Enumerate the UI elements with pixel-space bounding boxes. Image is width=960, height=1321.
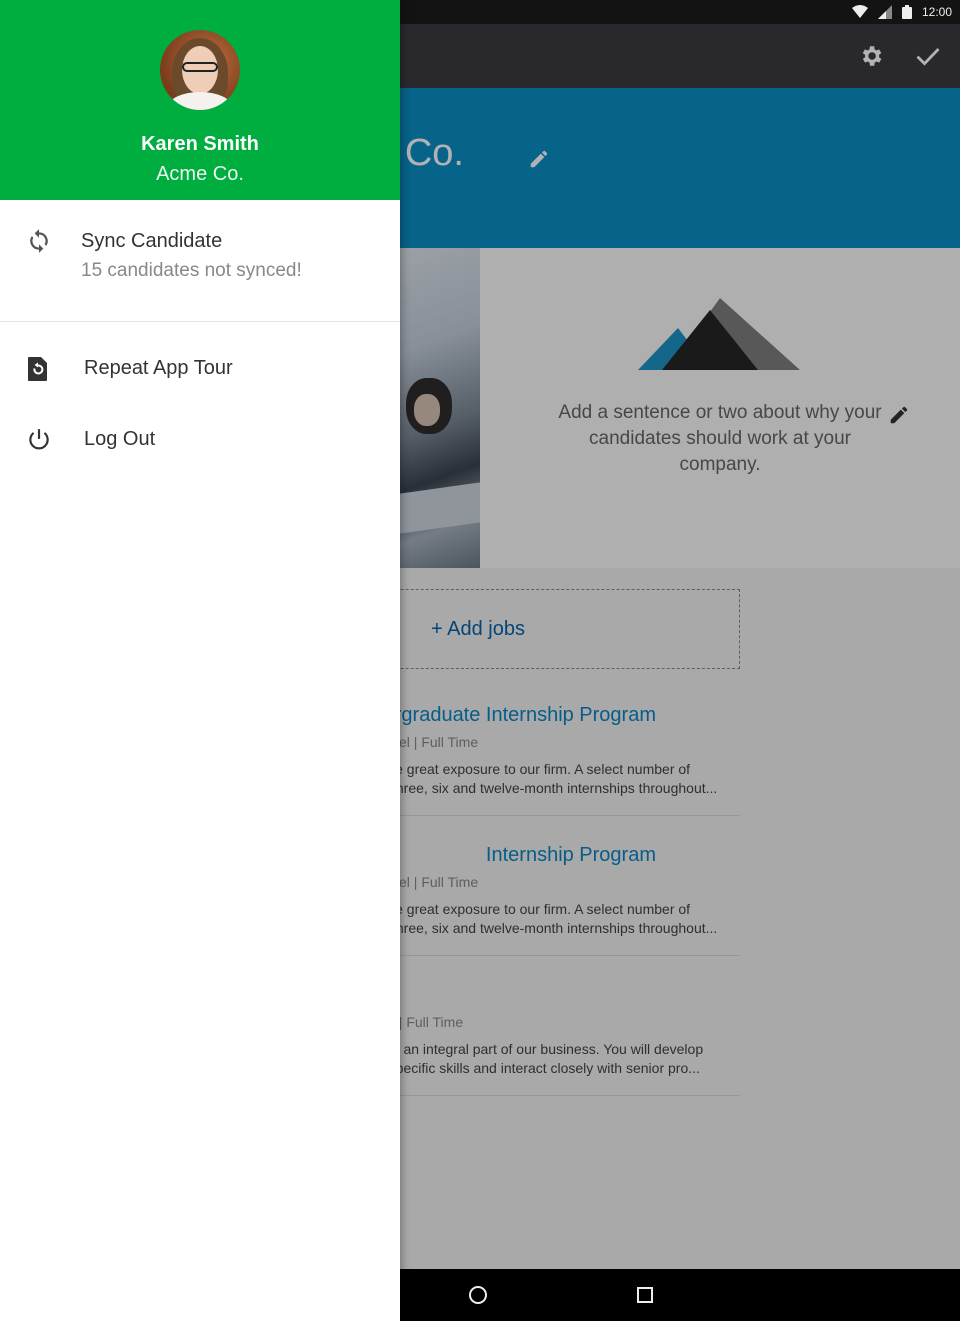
menu-item-label: Repeat App Tour bbox=[84, 357, 233, 379]
power-icon bbox=[29, 429, 49, 450]
user-organization: Acme Co. bbox=[156, 163, 244, 185]
home-button[interactable] bbox=[469, 1286, 487, 1304]
user-name: Karen Smith bbox=[141, 133, 259, 155]
sync-icon bbox=[30, 229, 48, 253]
recents-button[interactable] bbox=[637, 1287, 653, 1303]
sync-title: Sync Candidate bbox=[81, 230, 223, 252]
drawer-header: Karen Smith Acme Co. bbox=[0, 0, 400, 200]
menu-item-repeat-app-tour[interactable]: Repeat App Tour bbox=[0, 338, 400, 398]
sync-candidate-item[interactable]: Sync Candidate 15 candidates not synced! bbox=[0, 200, 400, 322]
sync-status: 15 candidates not synced! bbox=[81, 260, 302, 281]
status-time: 12:00 bbox=[921, 5, 952, 19]
navigation-drawer: Karen Smith Acme Co. Sync Candidate 15 c… bbox=[0, 0, 400, 1321]
battery-icon bbox=[901, 5, 912, 19]
wifi-icon bbox=[851, 5, 868, 18]
menu-item-label: Log Out bbox=[84, 428, 156, 450]
signal-icon bbox=[877, 5, 892, 19]
avatar[interactable] bbox=[160, 30, 240, 110]
menu-item-log-out[interactable]: Log Out bbox=[0, 409, 400, 469]
restore-page-icon bbox=[28, 357, 47, 381]
